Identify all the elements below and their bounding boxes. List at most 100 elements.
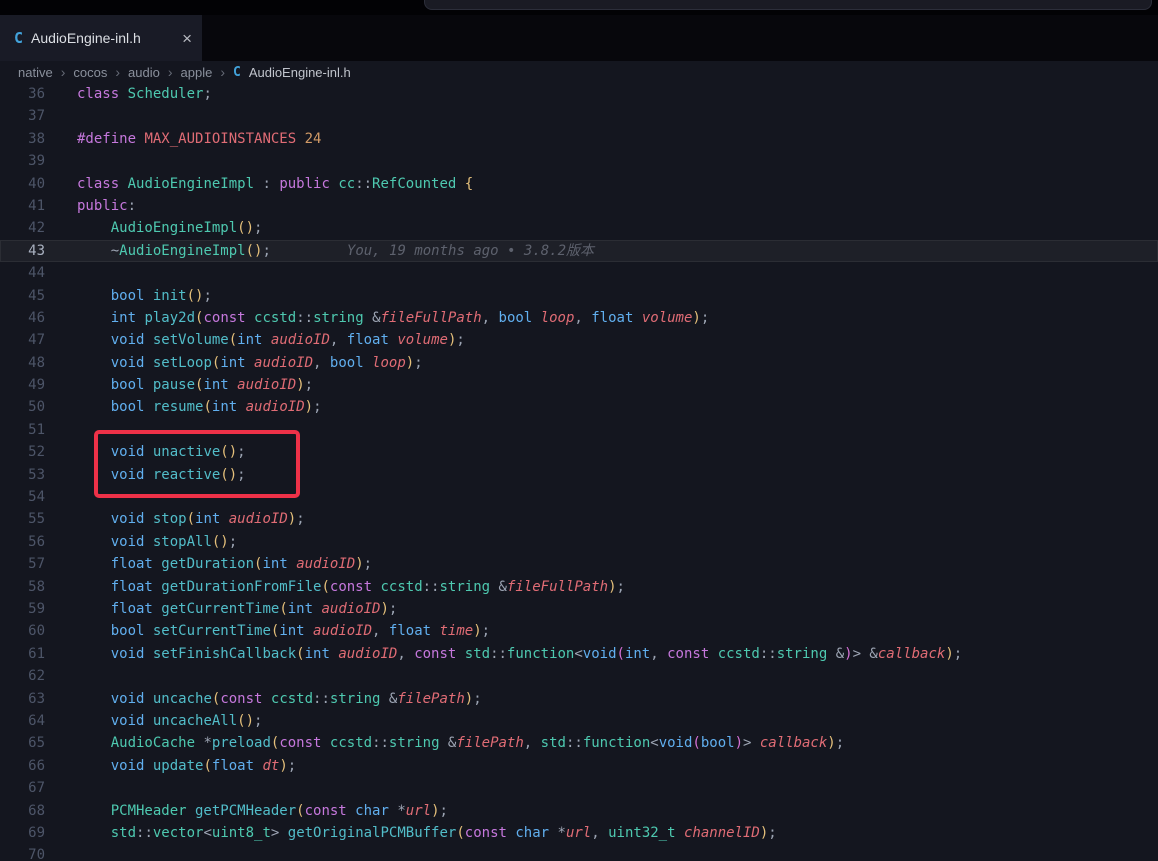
line-number[interactable]: 66 — [0, 755, 45, 777]
line-number[interactable]: 57 — [0, 553, 45, 575]
tab-close-icon[interactable]: × — [182, 30, 192, 47]
line-number[interactable]: 60 — [0, 620, 45, 642]
code-editor[interactable]: 36 class Scheduler; 37 38 #define MAX_AUDIOI… — [0, 83, 1158, 861]
line-number[interactable]: 69 — [0, 822, 45, 844]
line-number[interactable]: 52 — [0, 441, 45, 463]
code-text: void unactive(); — [45, 441, 246, 463]
line-number[interactable]: 46 — [0, 307, 45, 329]
code-line[interactable]: 57 float getDuration(int audioID); — [0, 553, 1158, 575]
token: ) — [279, 757, 288, 774]
code-line[interactable]: 68 PCMHeader getPCMHeader(const char *ur… — [0, 800, 1158, 822]
code-line[interactable]: 62 — [0, 665, 1158, 687]
code-line[interactable]: 46 int play2d(const ccstd::string &fileF… — [0, 307, 1158, 329]
code-line[interactable]: 69 std::vector<uint8_t> getOriginalPCMBu… — [0, 822, 1158, 844]
code-line[interactable]: 51 — [0, 419, 1158, 441]
code-line[interactable]: 67 — [0, 777, 1158, 799]
line-number[interactable]: 59 — [0, 598, 45, 620]
token: > & — [852, 645, 878, 662]
code-line[interactable]: 50 bool resume(int audioID); — [0, 396, 1158, 418]
c-language-icon: C — [14, 29, 24, 47]
code-line[interactable]: 59 float getCurrentTime(int audioID); — [0, 598, 1158, 620]
line-number[interactable]: 48 — [0, 352, 45, 374]
line-number[interactable]: 67 — [0, 777, 45, 799]
token: bool — [110, 287, 145, 304]
code-line[interactable]: 60 bool setCurrentTime(int audioID, floa… — [0, 620, 1158, 642]
breadcrumb-item-file[interactable]: AudioEngine-inl.h — [249, 65, 351, 80]
code-line[interactable]: 54 — [0, 486, 1158, 508]
line-number[interactable]: 63 — [0, 688, 45, 710]
token: ( — [456, 824, 465, 841]
line-number[interactable]: 56 — [0, 531, 45, 553]
breadcrumb-item-audio[interactable]: audio — [128, 65, 160, 80]
line-number[interactable]: 58 — [0, 576, 45, 598]
line-number[interactable]: 64 — [0, 710, 45, 732]
code-line[interactable]: 43 ~AudioEngineImpl(); You, 19 months ago… — [0, 239, 1158, 263]
line-number[interactable]: 42 — [0, 217, 45, 239]
breadcrumb: native › cocos › audio › apple › C Audio… — [0, 61, 1158, 83]
token: 24 — [296, 130, 322, 147]
line-number[interactable]: 44 — [0, 262, 45, 284]
line-number[interactable]: 70 — [0, 844, 45, 861]
line-number[interactable]: 53 — [0, 464, 45, 486]
code-line[interactable]: 49 bool pause(int audioID); — [0, 374, 1158, 396]
code-line[interactable]: 40 class AudioEngineImpl : public cc::Ref… — [0, 173, 1158, 195]
token: audioID — [220, 511, 288, 528]
code-line[interactable]: 66 void update(float dt); — [0, 755, 1158, 777]
line-number[interactable]: 61 — [0, 643, 45, 665]
code-text: bool resume(int audioID); — [45, 396, 322, 418]
code-line[interactable]: 36 class Scheduler; — [0, 83, 1158, 105]
line-number[interactable]: 54 — [0, 486, 45, 508]
code-line[interactable]: 65 AudioCache *preload (const ccstd::stri… — [0, 732, 1158, 754]
line-number[interactable]: 55 — [0, 508, 45, 530]
code-line[interactable]: 64 void uncacheAll(); — [0, 710, 1158, 732]
line-number[interactable]: 51 — [0, 419, 45, 441]
breadcrumb-item-apple[interactable]: apple — [181, 65, 213, 80]
command-center-search[interactable] — [424, 0, 1152, 10]
code-line[interactable]: 42 AudioEngineImpl(); — [0, 217, 1158, 239]
code-line[interactable]: 47 void setVolume(int audioID, float vol… — [0, 329, 1158, 351]
line-number[interactable]: 36 — [0, 83, 45, 105]
token: bool — [700, 735, 735, 752]
line-number[interactable]: 37 — [0, 105, 45, 127]
line-number[interactable]: 40 — [0, 173, 45, 195]
line-number[interactable]: 50 — [0, 396, 45, 418]
code-line[interactable]: 48 void setLoop(int audioID, bool loop); — [0, 352, 1158, 374]
token: resume — [144, 399, 204, 416]
breadcrumb-item-native[interactable]: native — [18, 65, 53, 80]
code-line[interactable]: 45 bool init(); — [0, 285, 1158, 307]
line-number[interactable]: 47 — [0, 329, 45, 351]
code-line[interactable]: 56 void stopAll(); — [0, 531, 1158, 553]
code-line[interactable]: 63 void uncache(const ccstd::string &fil… — [0, 688, 1158, 710]
code-line[interactable]: 61 void setFinishCallback(int audioID, c… — [0, 643, 1158, 665]
code-line[interactable]: 55 void stop(int audioID); — [0, 508, 1158, 530]
line-number[interactable]: 41 — [0, 195, 45, 217]
code-line[interactable]: 38 #define MAX_AUDIOINSTANCES 24 — [0, 128, 1158, 150]
line-number[interactable]: 45 — [0, 285, 45, 307]
code-line[interactable]: 58 float getDurationFromFile(const ccstd… — [0, 576, 1158, 598]
token: () — [186, 287, 204, 304]
code-line[interactable]: 37 — [0, 105, 1158, 127]
chevron-right-icon: › — [220, 64, 225, 80]
line-number[interactable]: 43 — [0, 240, 45, 262]
code-line[interactable]: 70 — [0, 844, 1158, 861]
line-number[interactable]: 49 — [0, 374, 45, 396]
code-line[interactable]: 53 void reactive(); — [0, 464, 1158, 486]
code-line[interactable]: 44 — [0, 262, 1158, 284]
line-number[interactable]: 68 — [0, 800, 45, 822]
line-number[interactable]: 62 — [0, 665, 45, 687]
code-line[interactable]: 39 — [0, 150, 1158, 172]
tab-audioengine-inl-h[interactable]: C AudioEngine-inl.h × — [0, 15, 202, 61]
token: () — [245, 242, 263, 259]
breadcrumb-item-cocos[interactable]: cocos — [73, 65, 107, 80]
code-line[interactable]: 52 void unactive(); — [0, 441, 1158, 463]
token: class — [77, 175, 120, 192]
line-number[interactable]: 38 — [0, 128, 45, 150]
line-number[interactable]: 65 — [0, 732, 45, 754]
token: const — [279, 735, 322, 752]
token: ( — [296, 802, 305, 819]
line-number[interactable]: 39 — [0, 150, 45, 172]
code-text: void uncacheAll(); — [45, 710, 263, 732]
code-line[interactable]: 41 public: — [0, 195, 1158, 217]
